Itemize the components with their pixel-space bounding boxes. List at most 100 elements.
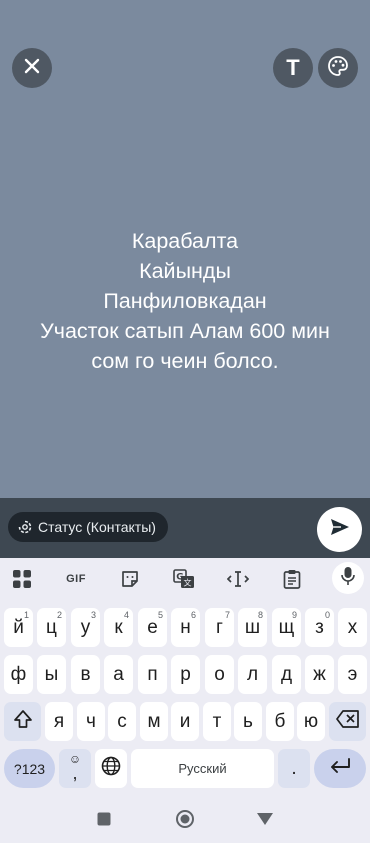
- key-5-row1[interactable]: е5: [138, 608, 167, 647]
- key-5-row3[interactable]: и: [171, 702, 199, 741]
- background-color-button[interactable]: [318, 48, 358, 88]
- key-2-row3[interactable]: ч: [77, 702, 105, 741]
- key-label: я: [53, 710, 65, 732]
- key-label: ц: [46, 616, 57, 638]
- status-text[interactable]: Карабалта Кайынды Панфиловкадан Участок …: [0, 226, 370, 376]
- key-number-hint: 2: [56, 610, 62, 620]
- key-3-row2[interactable]: в: [71, 655, 100, 694]
- text-style-button[interactable]: T: [273, 48, 313, 88]
- audience-label: Статус (Контакты): [38, 519, 156, 535]
- gif-button[interactable]: GIF: [60, 564, 92, 594]
- gif-label: GIF: [66, 573, 86, 585]
- key-number-hint: 9: [291, 610, 297, 620]
- key-10-row1[interactable]: з0: [305, 608, 334, 647]
- key-label: э: [347, 663, 358, 685]
- back-triangle-icon: [256, 812, 274, 831]
- key-7-row2[interactable]: о: [205, 655, 234, 694]
- key-6-row1[interactable]: н6: [171, 608, 200, 647]
- key-number-hint: 5: [157, 610, 163, 620]
- symbols-label: ?123: [13, 760, 46, 777]
- key-4-row3[interactable]: м: [140, 702, 168, 741]
- status-canvas[interactable]: T Карабалта Кайынды Панфиловкадан Участо…: [0, 0, 370, 498]
- square-icon: [97, 812, 111, 831]
- back-button[interactable]: [253, 809, 277, 833]
- globe-icon: [101, 756, 121, 782]
- shift-key[interactable]: [4, 702, 41, 741]
- key-label: п: [147, 663, 158, 685]
- key-9-row1[interactable]: щ9: [272, 608, 301, 647]
- key-5-row2[interactable]: п: [138, 655, 167, 694]
- space-key[interactable]: Русский: [131, 749, 274, 788]
- period-label: .: [291, 757, 297, 779]
- key-2-row1[interactable]: ц2: [37, 608, 66, 647]
- close-button[interactable]: [12, 48, 52, 88]
- key-7-row3[interactable]: ь: [234, 702, 262, 741]
- apps-grid-icon[interactable]: [6, 564, 38, 594]
- sticker-icon[interactable]: [114, 564, 146, 594]
- key-1-row1[interactable]: й1: [4, 608, 33, 647]
- status-text-line: Кайынды: [139, 259, 231, 283]
- recents-button[interactable]: [92, 809, 116, 833]
- status-text-line: Карабалта: [131, 229, 239, 253]
- enter-key[interactable]: [314, 749, 366, 788]
- key-label: б: [274, 710, 286, 732]
- send-icon: [330, 518, 350, 541]
- key-label: т: [212, 710, 222, 732]
- key-8-row3[interactable]: б: [266, 702, 294, 741]
- key-label: ю: [303, 710, 319, 732]
- clipboard-icon[interactable]: [276, 564, 308, 594]
- key-label: з: [315, 616, 324, 638]
- status-text-line: Панфиловкадан: [103, 289, 267, 313]
- key-label: ф: [10, 663, 27, 685]
- keyboard-toolbar: GIF G 文: [0, 558, 370, 600]
- backspace-key[interactable]: [329, 702, 366, 741]
- key-6-row2[interactable]: р: [171, 655, 200, 694]
- send-button[interactable]: [317, 507, 362, 552]
- text-cursor-icon[interactable]: [222, 564, 254, 594]
- home-circle-icon: [175, 809, 195, 834]
- system-navigation-bar: [0, 798, 370, 843]
- key-9-row2[interactable]: д: [272, 655, 301, 694]
- key-label: н: [180, 616, 191, 638]
- home-button[interactable]: [173, 809, 197, 833]
- key-label: м: [147, 710, 161, 732]
- key-10-row2[interactable]: ж: [305, 655, 334, 694]
- key-9-row3[interactable]: ю: [297, 702, 325, 741]
- key-11-row2[interactable]: э: [338, 655, 367, 694]
- key-1-row2[interactable]: ф: [4, 655, 33, 694]
- key-1-row3[interactable]: я: [45, 702, 73, 741]
- key-label: ы: [44, 663, 59, 685]
- backspace-icon: [335, 709, 360, 734]
- key-label: ж: [313, 663, 326, 685]
- shift-icon: [13, 709, 33, 735]
- symbols-key[interactable]: ?123: [4, 749, 55, 788]
- status-text-line: сом го чеин болсо.: [91, 349, 279, 373]
- key-number-hint: 0: [324, 610, 330, 620]
- key-4-row1[interactable]: к4: [104, 608, 133, 647]
- comma-label: ,: [72, 762, 78, 783]
- period-key[interactable]: .: [278, 749, 310, 788]
- key-4-row2[interactable]: а: [104, 655, 133, 694]
- key-label: о: [214, 663, 225, 685]
- key-number-hint: 3: [90, 610, 96, 620]
- voice-input-button[interactable]: [332, 562, 364, 594]
- audience-selector-chip[interactable]: Статус (Контакты): [8, 512, 168, 542]
- translate-icon[interactable]: G 文: [168, 564, 200, 594]
- key-number-hint: 7: [224, 610, 230, 620]
- key-2-row2[interactable]: ы: [37, 655, 66, 694]
- key-6-row3[interactable]: т: [203, 702, 231, 741]
- key-label: и: [179, 710, 191, 732]
- key-8-row1[interactable]: ш8: [238, 608, 267, 647]
- status-text-line: Участок сатып Алам 600 мин: [40, 319, 330, 343]
- key-7-row1[interactable]: г7: [205, 608, 234, 647]
- key-11-row1[interactable]: х: [338, 608, 367, 647]
- key-label: г: [216, 616, 223, 638]
- status-bottom-bar: Статус (Контакты): [0, 498, 370, 558]
- language-key[interactable]: [95, 749, 127, 788]
- key-3-row1[interactable]: у3: [71, 608, 100, 647]
- key-3-row3[interactable]: с: [108, 702, 136, 741]
- key-number-hint: 1: [23, 610, 29, 620]
- comma-key[interactable]: ☺ ,: [59, 749, 91, 788]
- space-label: Русский: [178, 761, 227, 776]
- key-8-row2[interactable]: л: [238, 655, 267, 694]
